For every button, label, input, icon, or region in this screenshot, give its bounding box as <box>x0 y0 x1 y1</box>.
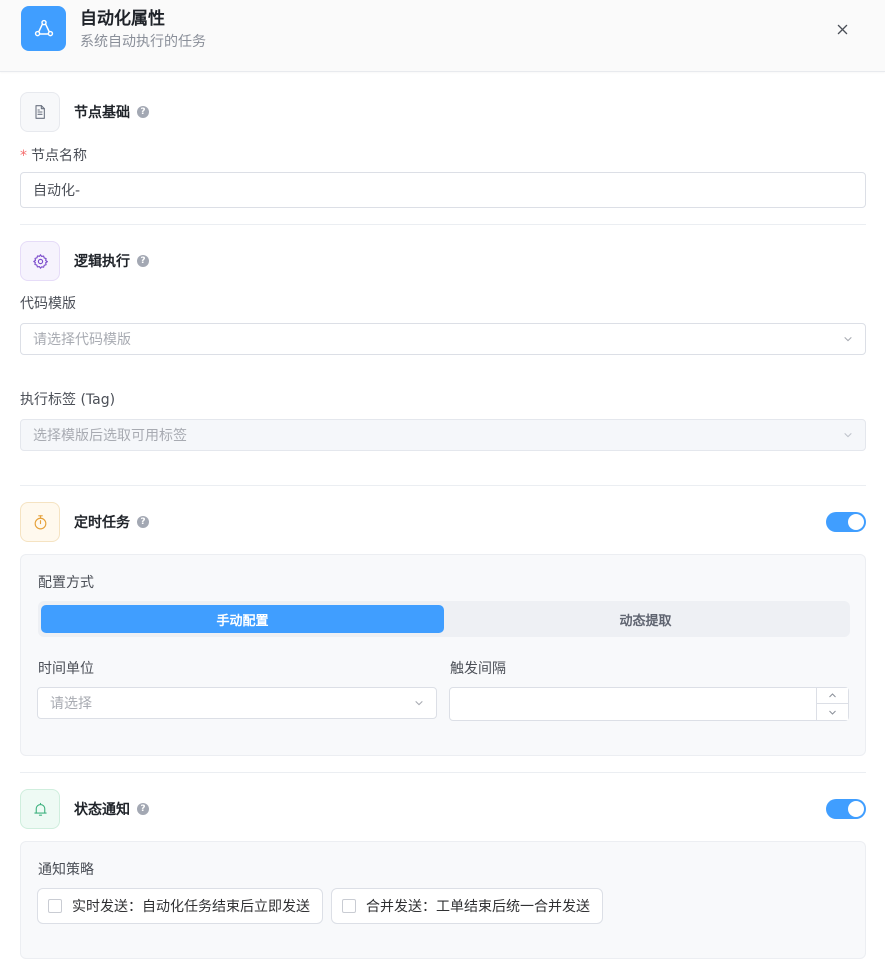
close-icon[interactable] <box>833 20 851 38</box>
tag-select: 选择模版后选取可用标签 <box>20 419 866 451</box>
chevron-down-icon <box>844 336 852 342</box>
node-name-input[interactable]: 自动化- <box>20 172 866 208</box>
config-mode-label: 配置方式 <box>38 575 94 591</box>
strategy-label: 通知策略 <box>38 862 94 878</box>
interval-label: 触发间隔 <box>450 661 506 677</box>
checkbox-box <box>48 899 62 913</box>
tab-dynamic-extract[interactable]: 动态提取 <box>444 605 847 633</box>
merge-option-label: 合并发送：工单结束后统一合并发送 <box>366 899 590 915</box>
section-basic-header: 节点基础 ? <box>20 92 149 132</box>
chevron-down-icon <box>844 432 852 438</box>
required-mark: * <box>20 148 27 164</box>
question-icon[interactable]: ? <box>137 803 149 815</box>
divider <box>20 224 866 225</box>
template-label: 代码模版 <box>20 296 76 312</box>
drawer-subtitle: 系统自动执行的任务 <box>80 34 206 50</box>
question-icon[interactable]: ? <box>137 106 149 118</box>
question-icon[interactable]: ? <box>137 255 149 267</box>
interval-input[interactable] <box>449 687 849 721</box>
section-notify-title: 状态通知 <box>74 802 130 818</box>
section-notify-header: 状态通知 ? <box>20 789 149 829</box>
interval-stepper <box>816 688 848 720</box>
divider <box>20 485 866 486</box>
section-timer-title: 定时任务 <box>74 515 130 531</box>
workflow-icon <box>21 6 66 51</box>
chevron-down-icon <box>829 710 836 715</box>
realtime-checkbox[interactable]: 实时发送：自动化任务结束后立即发送 <box>37 888 323 924</box>
config-mode-switch: 手动配置 动态提取 <box>38 601 850 637</box>
node-name-label-text: 节点名称 <box>31 148 87 164</box>
template-select[interactable]: 请选择代码模版 <box>20 323 866 355</box>
stopwatch-icon <box>20 502 60 542</box>
timer-toggle[interactable] <box>826 512 866 532</box>
tab-manual-config[interactable]: 手动配置 <box>41 605 444 633</box>
chevron-up-icon <box>829 693 836 698</box>
time-unit-select[interactable]: 请选择 <box>37 687 437 719</box>
bell-icon <box>20 789 60 829</box>
node-name-label: * 节点名称 <box>20 147 87 165</box>
section-basic-title: 节点基础 <box>74 105 130 121</box>
question-icon[interactable]: ? <box>137 516 149 528</box>
tag-label: 执行标签 (Tag) <box>20 392 116 408</box>
realtime-option-label: 实时发送：自动化任务结束后立即发送 <box>72 899 310 915</box>
time-unit-placeholder: 请选择 <box>50 696 92 712</box>
section-logic-title: 逻辑执行 <box>74 254 130 270</box>
section-timer-header: 定时任务 ? <box>20 502 149 542</box>
gear-icon <box>20 241 60 281</box>
increase-button[interactable] <box>817 688 848 704</box>
drawer-header: 自动化属性 系统自动执行的任务 <box>0 0 885 72</box>
notify-panel: 通知策略 实时发送：自动化任务结束后立即发送 合并发送：工单结束后统一合并发送 <box>20 841 866 959</box>
checkbox-box <box>342 899 356 913</box>
notify-toggle[interactable] <box>826 799 866 819</box>
document-icon <box>20 92 60 132</box>
toggle-knob <box>848 801 864 817</box>
timer-panel: 配置方式 手动配置 动态提取 时间单位 请选择 触发间隔 <box>20 554 866 756</box>
tag-placeholder: 选择模版后选取可用标签 <box>33 428 187 444</box>
chevron-down-icon <box>415 700 423 706</box>
section-logic-header: 逻辑执行 ? <box>20 241 149 281</box>
merge-checkbox[interactable]: 合并发送：工单结束后统一合并发送 <box>331 888 603 924</box>
time-unit-label: 时间单位 <box>38 661 94 677</box>
template-placeholder: 请选择代码模版 <box>33 332 131 348</box>
toggle-knob <box>848 514 864 530</box>
divider <box>20 772 866 773</box>
drawer-title: 自动化属性 <box>80 9 165 29</box>
decrease-button[interactable] <box>817 704 848 720</box>
